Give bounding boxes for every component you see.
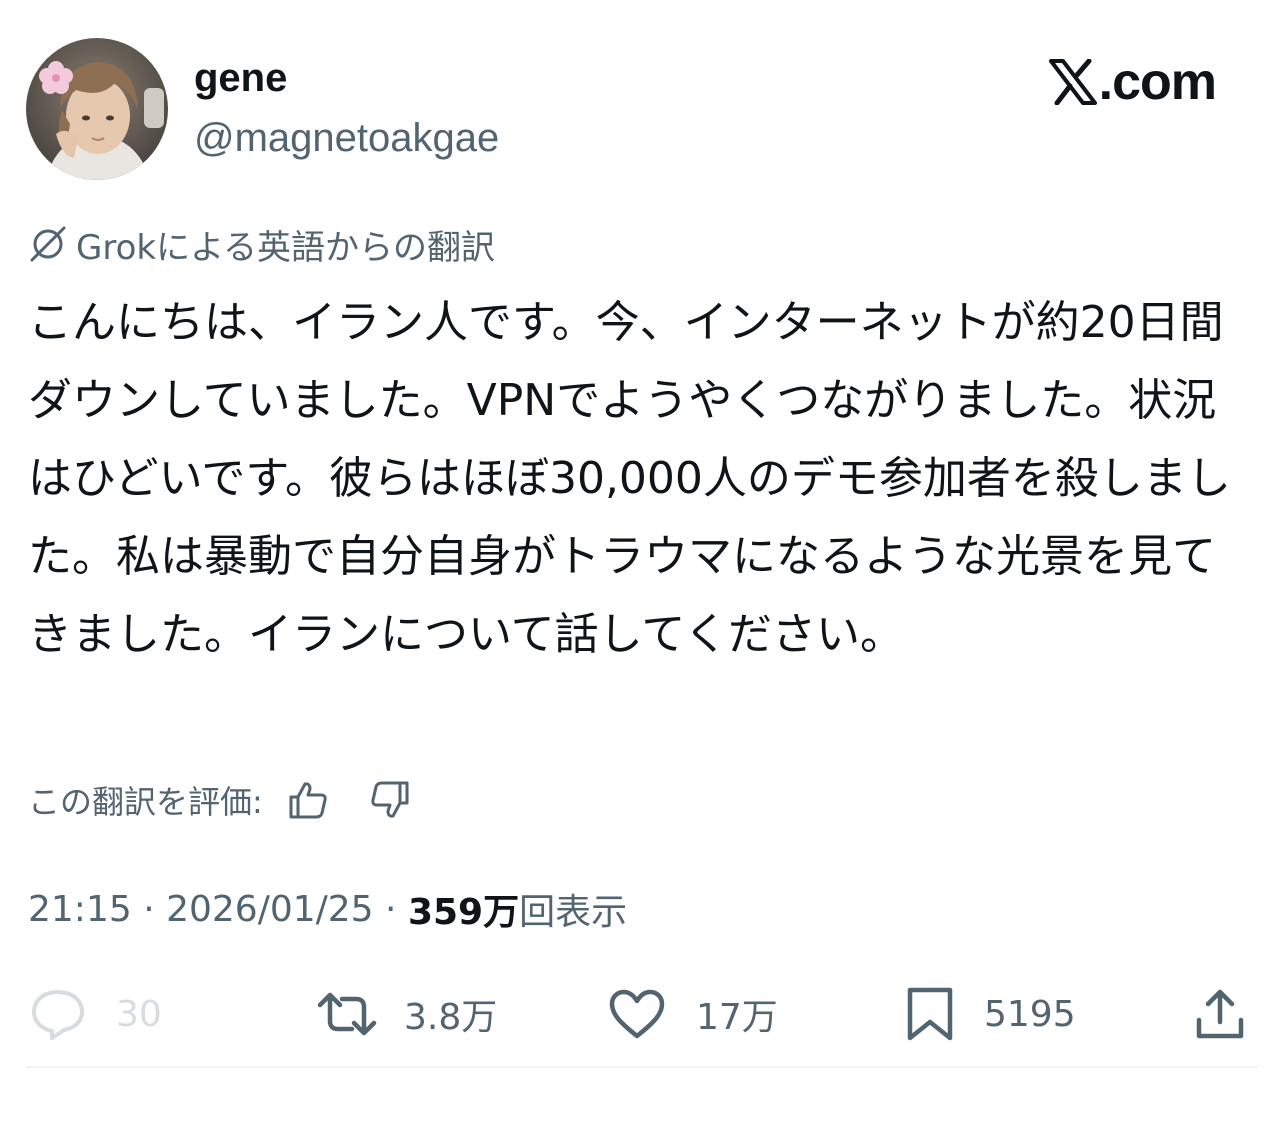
brand-watermark: .com [1048, 52, 1217, 112]
share-icon [1196, 989, 1244, 1039]
reply-icon [32, 990, 84, 1040]
divider [26, 1066, 1258, 1068]
thumbs-down-button[interactable] [365, 776, 415, 824]
tweet-header: gene @magnetoakgae .com [0, 0, 1284, 200]
action-bar: 30 3.8万 17万 5195 [0, 984, 1284, 1044]
share-button[interactable] [1194, 984, 1246, 1044]
translation-rating: この翻訳を評価: [28, 776, 415, 824]
rating-label: この翻訳を評価: [28, 783, 263, 821]
bookmark-count: 5195 [984, 993, 1076, 1035]
like-count: 17万 [696, 997, 778, 1038]
tweet-time[interactable]: 21:15 [28, 889, 132, 930]
user-handle[interactable]: @magnetoakgae [194, 112, 499, 164]
retweet-icon [317, 992, 377, 1036]
avatar[interactable] [26, 38, 168, 180]
reply-count: 30 [116, 993, 162, 1035]
thumbs-up-button[interactable] [283, 776, 333, 824]
tweet-date[interactable]: 2026/01/25 [166, 889, 374, 930]
thumbs-up-icon [289, 782, 327, 819]
display-name[interactable]: gene [194, 52, 499, 104]
grok-icon [30, 226, 66, 262]
x-logo-icon [1048, 59, 1097, 105]
tweet-text: こんにちは、イラン人です。今、インターネットが約20日間ダウンしていました。VP… [28, 297, 1231, 660]
views-count[interactable]: 359万 [408, 883, 519, 935]
reply-button[interactable]: 30 [30, 984, 162, 1044]
thumbs-down-icon [371, 781, 409, 818]
translation-note[interactable]: Grokによる英語からの翻訳 [28, 222, 496, 268]
meta-separator: · [373, 888, 408, 930]
bookmark-button[interactable]: 5195 [906, 984, 1076, 1044]
retweet-count: 3.8万 [404, 997, 498, 1038]
brand-text: .com [1098, 53, 1217, 111]
like-button[interactable]: 17万 [608, 984, 778, 1044]
heart-icon [609, 989, 665, 1039]
views-label: 回表示 [519, 892, 628, 933]
author-names: gene @magnetoakgae [194, 52, 499, 164]
meta-separator: · [131, 888, 167, 930]
tweet-meta: 21:15 · 2026/01/25 · 359万 回表示 [28, 884, 627, 934]
translation-label: Grokによる英語からの翻訳 [76, 227, 496, 268]
bookmark-icon [907, 987, 953, 1041]
retweet-button[interactable]: 3.8万 [316, 984, 497, 1044]
